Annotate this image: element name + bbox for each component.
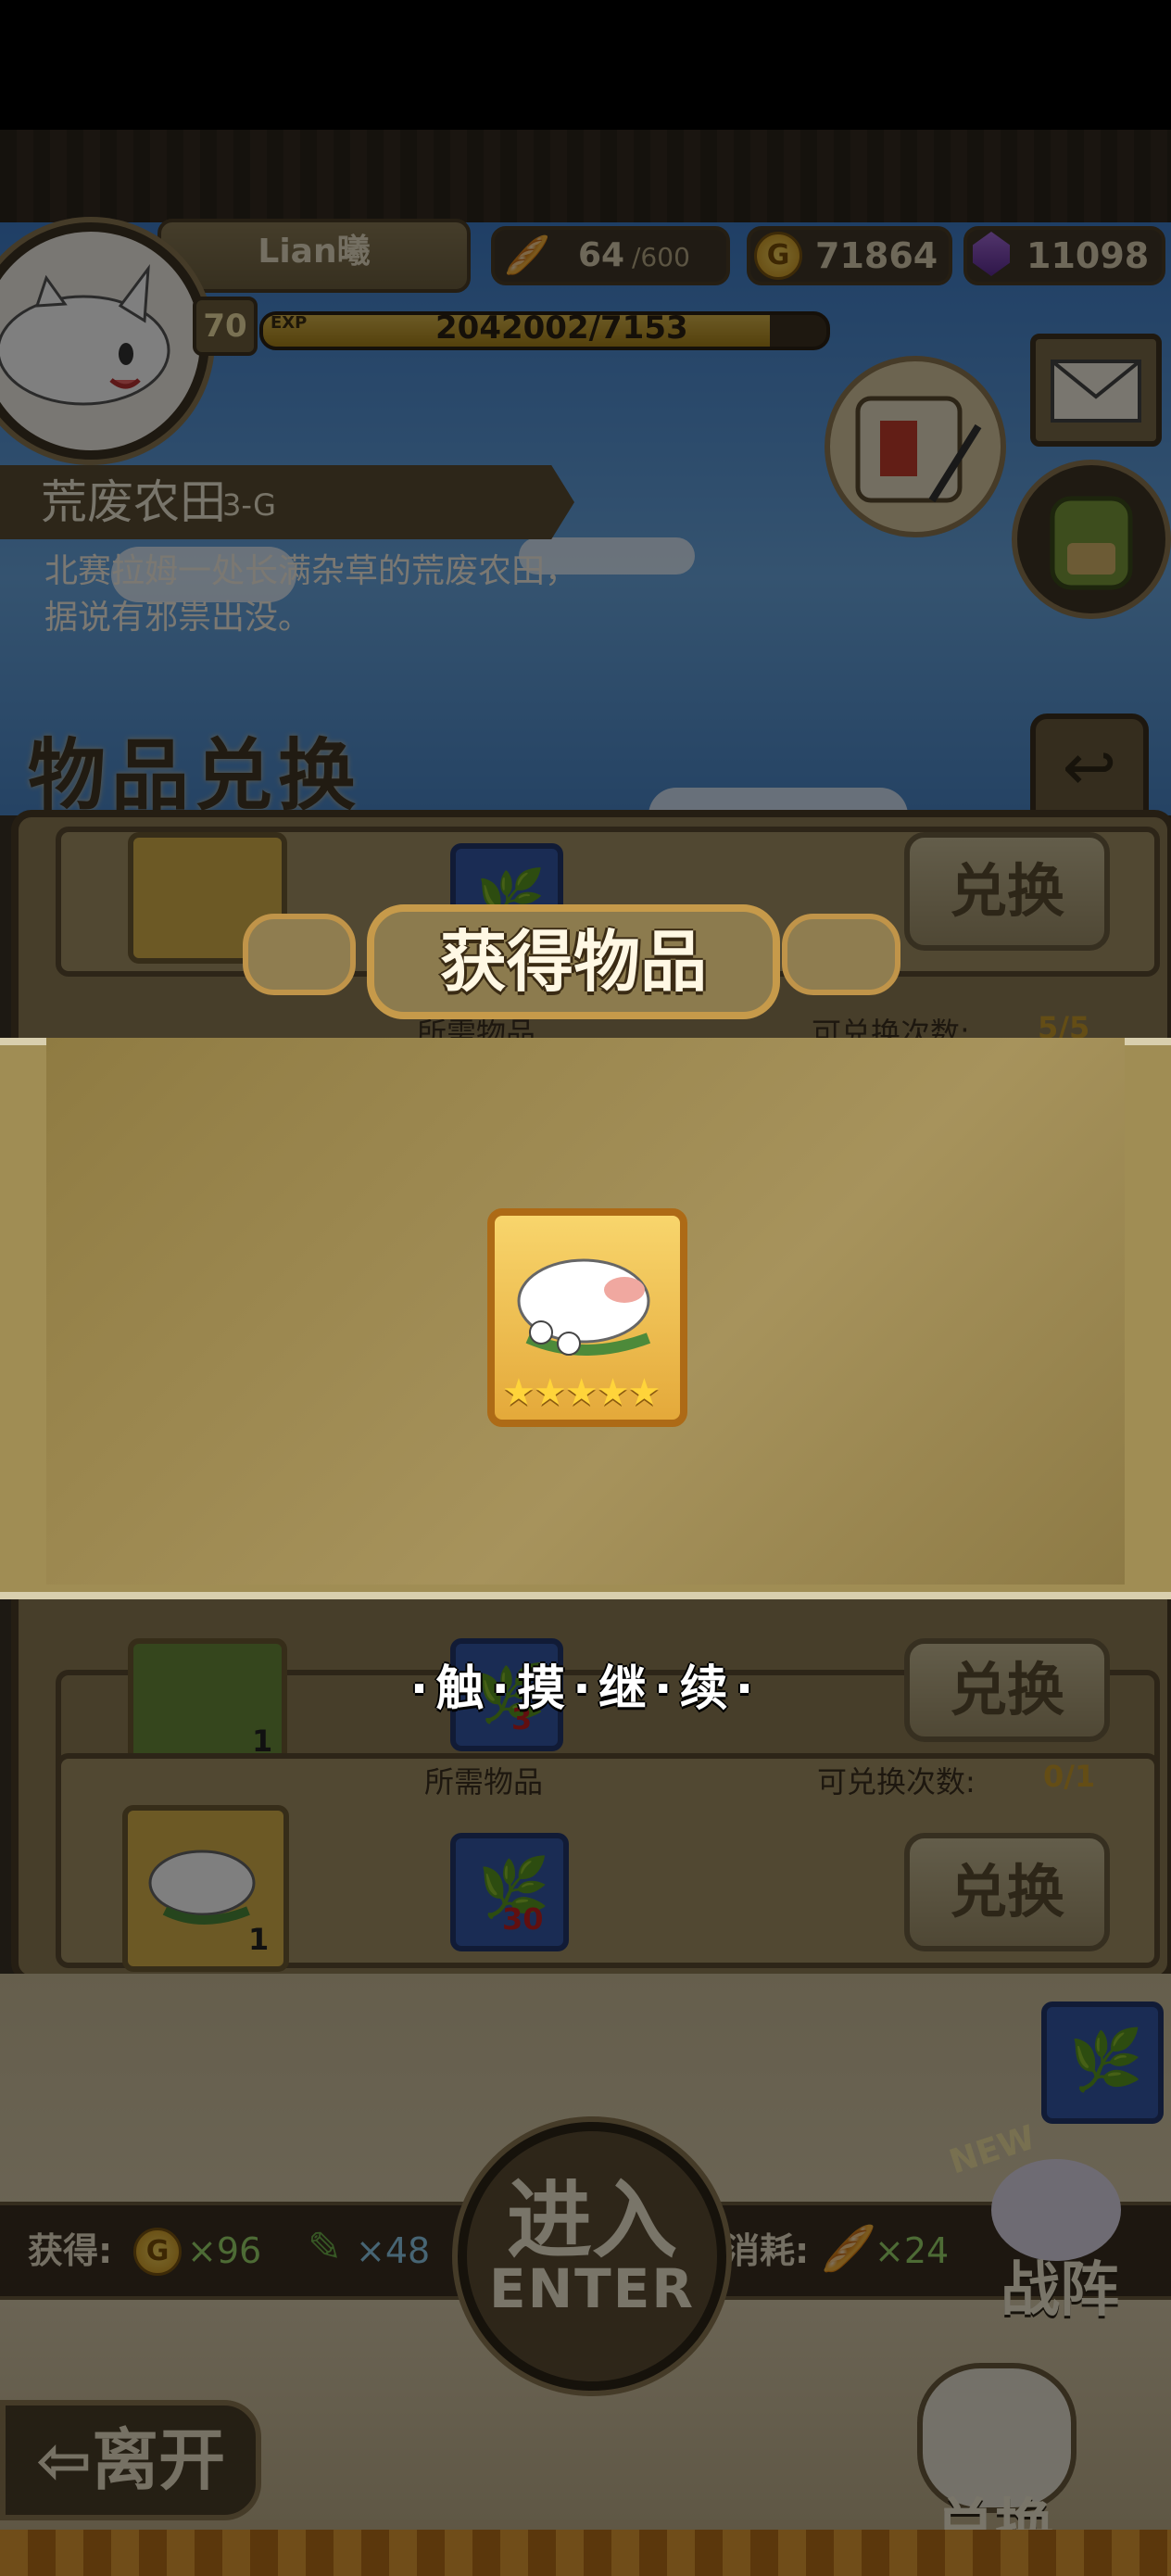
star-icon: ★ (627, 1371, 661, 1414)
rarity-stars: ★★★★★ (502, 1371, 674, 1414)
star-icon: ★ (533, 1371, 567, 1414)
star-icon: ★ (502, 1371, 535, 1414)
game-screen: Lian曦 🥖 64 /600 G 71864 11098 70 EXP 204… (0, 130, 1171, 2576)
modal-title-tab-right (782, 914, 900, 995)
modal-title-tab-left (243, 914, 356, 995)
star-icon: ★ (564, 1371, 598, 1414)
tap-to-continue: ·触·摸·继·续· (409, 1661, 762, 1717)
obtained-item[interactable]: ★★★★★ (487, 1208, 687, 1427)
star-icon: ★ (596, 1371, 630, 1414)
modal-title: 获得物品 (439, 923, 707, 1001)
